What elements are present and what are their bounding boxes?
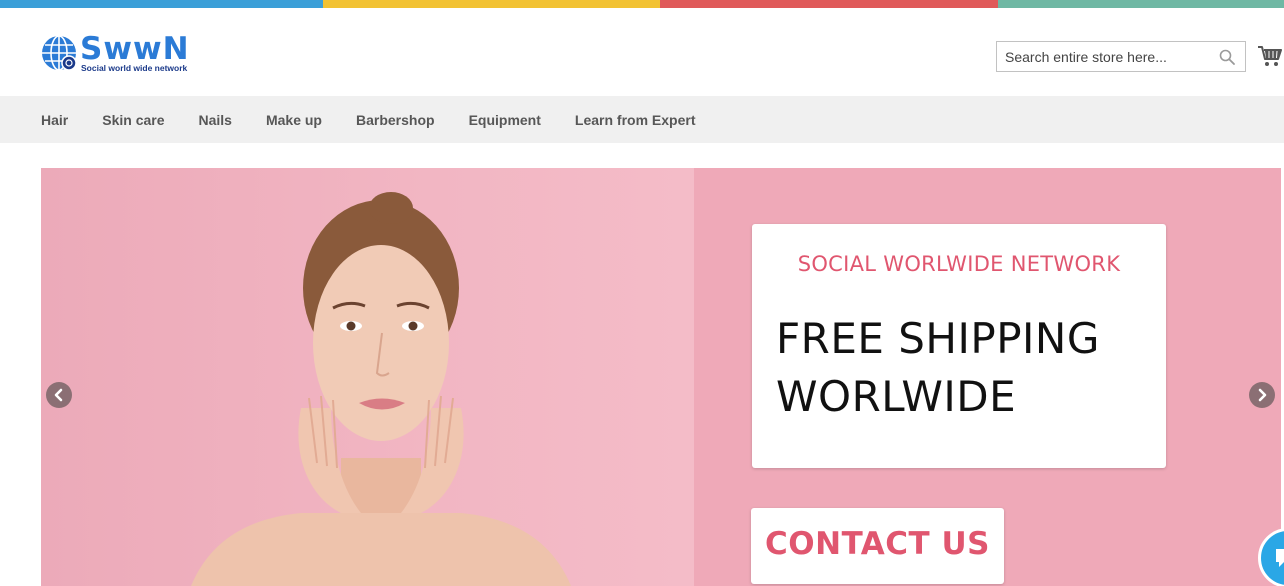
top-strip-blue (0, 0, 323, 8)
top-color-strip (0, 0, 1284, 8)
promo-eyebrow: SOCIAL WORLWIDE NETWORK (797, 252, 1121, 276)
carousel-prev-button[interactable] (46, 382, 72, 408)
search-input[interactable] (997, 42, 1207, 71)
main-navigation: Hair Skin care Nails Make up Barbershop … (0, 96, 1284, 143)
nav-item-equipment[interactable]: Equipment (469, 112, 541, 128)
chevron-left-icon (54, 388, 63, 402)
contact-us-button[interactable]: CONTACT US (751, 508, 1004, 584)
promo-headline-line-2: WORLWIDE (776, 372, 1017, 421)
logo-wordmark: SwwN (80, 31, 190, 67)
carousel-next-button[interactable] (1249, 382, 1275, 408)
nav-item-skin-care[interactable]: Skin care (102, 112, 164, 128)
nav-item-nails[interactable]: Nails (199, 112, 232, 128)
globe-icon (42, 35, 77, 71)
site-header: SwwN Social world wide network (0, 8, 1284, 96)
chevron-right-icon (1258, 388, 1267, 402)
contact-us-label: CONTACT US (765, 526, 990, 562)
top-strip-green (998, 0, 1284, 8)
promo-headline: FREE SHIPPING WORLWIDE (776, 310, 1156, 426)
nav-item-make-up[interactable]: Make up (266, 112, 322, 128)
top-strip-red (660, 0, 998, 8)
site-logo[interactable]: SwwN Social world wide network (40, 32, 200, 78)
chat-icon (1276, 549, 1284, 567)
nav-item-learn-from-expert[interactable]: Learn from Expert (575, 112, 696, 128)
top-strip-yellow (323, 0, 660, 8)
logo-tagline: Social world wide network (81, 63, 188, 73)
hero-model-photo (41, 168, 694, 586)
promo-card: SOCIAL WORLWIDE NETWORK FREE SHIPPING WO… (752, 224, 1166, 468)
nav-item-barbershop[interactable]: Barbershop (356, 112, 435, 128)
promo-headline-line-1: FREE SHIPPING (776, 314, 1100, 363)
search-box (996, 41, 1246, 72)
search-icon[interactable] (1219, 49, 1235, 65)
hero-banner: SOCIAL WORLWIDE NETWORK FREE SHIPPING WO… (41, 168, 1281, 586)
cart-icon[interactable] (1257, 44, 1283, 68)
nav-item-hair[interactable]: Hair (41, 112, 68, 128)
